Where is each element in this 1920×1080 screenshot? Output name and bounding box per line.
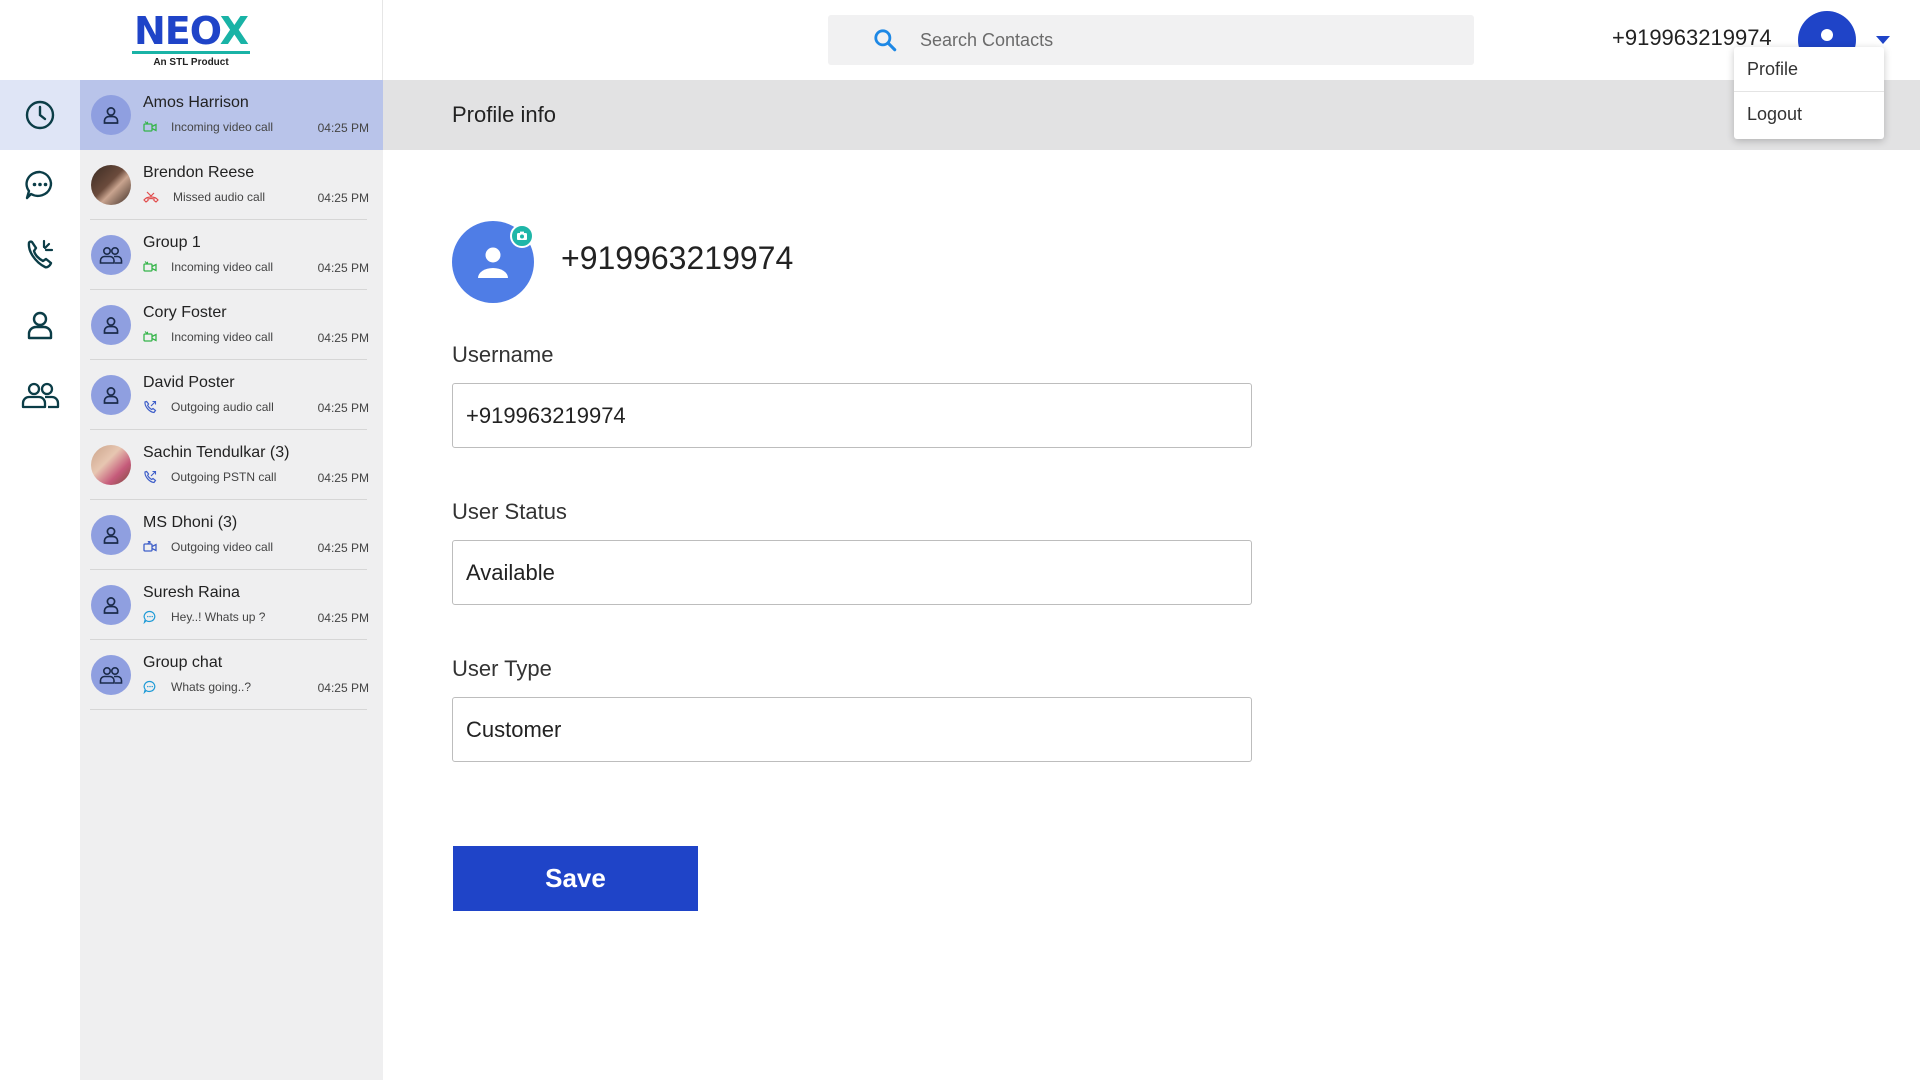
avatar — [91, 655, 131, 695]
contact-time: 04:25 PM — [317, 541, 369, 555]
contact-last-activity: Missed audio call — [173, 190, 266, 204]
message-icon — [143, 610, 164, 624]
chevron-down-icon[interactable] — [1876, 36, 1890, 44]
contact-last-activity: Incoming video call — [171, 330, 274, 344]
search-icon[interactable] — [872, 27, 898, 53]
missed-call-icon — [143, 191, 166, 203]
nav-chats[interactable] — [0, 150, 80, 220]
outgoing-call-icon — [143, 470, 164, 484]
person-icon — [27, 311, 53, 340]
avatar — [91, 95, 131, 135]
contact-list: Amos Harrison Incoming video call 04:25 PM… — [80, 80, 383, 1080]
contact-last-activity: Incoming video call — [171, 120, 274, 134]
profile-number: +919963219974 — [561, 240, 794, 276]
nav-calls[interactable] — [0, 220, 80, 290]
group-icon — [21, 382, 60, 409]
clock-icon — [25, 100, 55, 130]
brand-logo: NEOX An STL Product — [0, 0, 383, 80]
username-field[interactable]: +919963219974 — [452, 383, 1252, 448]
incoming-video-icon — [143, 261, 164, 273]
contact-name: Group 1 — [143, 234, 201, 251]
chat-bubble-icon — [25, 170, 53, 200]
contact-last-activity: Hey..! Whats up ? — [171, 610, 266, 624]
nav-contacts[interactable] — [0, 290, 80, 360]
avatar — [91, 445, 131, 485]
nav-recent[interactable] — [0, 80, 80, 150]
save-button[interactable]: Save — [453, 846, 698, 911]
contact-name: David Poster — [143, 374, 235, 391]
user-type-label: User Type — [452, 656, 552, 681]
outgoing-video-icon — [143, 541, 164, 553]
contact-name: Suresh Raina — [143, 584, 240, 601]
nav-groups[interactable] — [0, 360, 80, 430]
avatar — [91, 375, 131, 415]
user-menu: Profile Logout — [1734, 47, 1884, 139]
phone-icon — [27, 239, 54, 269]
menu-item-profile[interactable]: Profile — [1734, 47, 1884, 92]
search-bar[interactable] — [828, 15, 1474, 65]
contact-time: 04:25 PM — [317, 331, 369, 345]
contact-time: 04:25 PM — [317, 121, 369, 135]
contact-row[interactable]: Cory Foster Incoming video call 04:25 PM — [80, 290, 383, 360]
contact-name: Sachin Tendulkar (3) — [143, 444, 290, 461]
user-status-field[interactable]: Available — [452, 540, 1252, 605]
avatar — [91, 305, 131, 345]
user-status-label: User Status — [452, 499, 567, 524]
contact-time: 04:25 PM — [317, 401, 369, 415]
page-title: Profile info — [383, 80, 1920, 150]
contact-time: 04:25 PM — [317, 261, 369, 275]
contact-last-activity: Outgoing PSTN call — [171, 470, 277, 484]
contact-last-activity: Incoming video call — [171, 260, 274, 274]
contact-time: 04:25 PM — [317, 471, 369, 485]
contact-last-activity: Whats going..? — [171, 680, 252, 694]
contact-name: Brendon Reese — [143, 164, 255, 181]
contact-name: Cory Foster — [143, 304, 227, 321]
contact-row[interactable]: Group chat Whats going..? 04:25 PM — [80, 640, 383, 710]
logo-subtitle: An STL Product — [153, 57, 229, 68]
contact-row[interactable]: MS Dhoni (3) Outgoing video call 04:25 PM — [80, 500, 383, 570]
top-bar: NEOX An STL Product +919963219974 — [0, 0, 1920, 80]
incoming-video-icon — [143, 121, 164, 133]
contact-row[interactable]: Brendon Reese Missed audio call 04:25 PM — [80, 150, 383, 220]
divider — [90, 709, 367, 710]
contact-name: Amos Harrison — [143, 94, 249, 111]
contact-row[interactable]: Suresh Raina Hey..! Whats up ? 04:25 PM — [80, 570, 383, 640]
contact-last-activity: Outgoing video call — [171, 540, 274, 554]
user-type-field[interactable]: Customer — [452, 697, 1252, 762]
search-input[interactable] — [920, 29, 1420, 51]
incoming-video-icon — [143, 331, 164, 343]
profile-panel: Profile info +919963219974 Username +919… — [383, 80, 1920, 1080]
contact-row[interactable]: Group 1 Incoming video call 04:25 PM — [80, 220, 383, 290]
contact-row[interactable]: David Poster Outgoing audio call 04:25 PM — [80, 360, 383, 430]
message-icon — [143, 680, 164, 694]
menu-item-logout[interactable]: Logout — [1734, 92, 1884, 136]
contact-time: 04:25 PM — [317, 611, 369, 625]
avatar — [91, 165, 131, 205]
logo-wordmark: NEOX — [133, 9, 249, 53]
avatar — [91, 515, 131, 555]
avatar — [91, 235, 131, 275]
avatar — [91, 585, 131, 625]
contact-name: MS Dhoni (3) — [143, 514, 238, 531]
contact-time: 04:25 PM — [317, 681, 369, 695]
contact-row[interactable]: Amos Harrison Incoming video call 04:25 PM — [80, 80, 383, 150]
contact-time: 04:25 PM — [317, 191, 369, 205]
contact-last-activity: Outgoing audio call — [171, 400, 274, 414]
camera-icon[interactable] — [510, 224, 534, 248]
contact-row[interactable]: Sachin Tendulkar (3) Outgoing PSTN call 04… — [80, 430, 383, 500]
nav-rail — [0, 80, 80, 1080]
person-icon — [478, 247, 508, 278]
outgoing-call-icon — [143, 400, 164, 414]
username-label: Username — [452, 342, 554, 367]
contact-name: Group chat — [143, 654, 223, 671]
